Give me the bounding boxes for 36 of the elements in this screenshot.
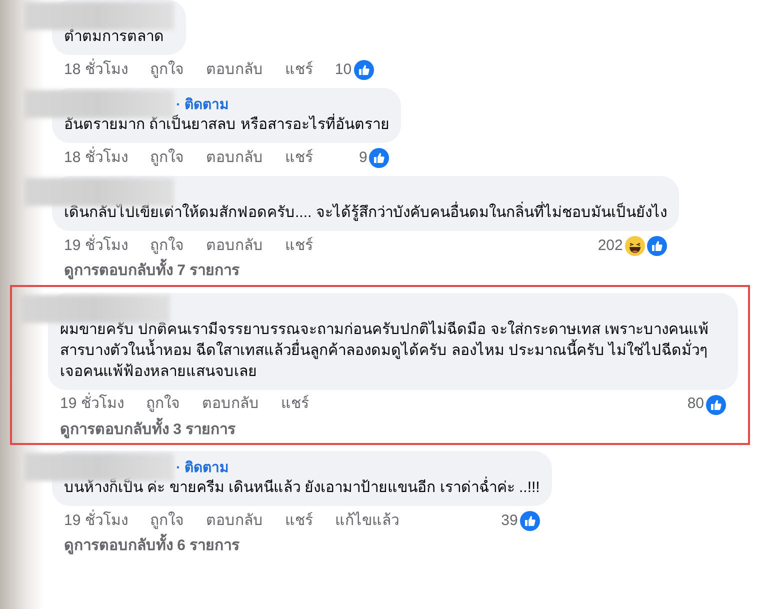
action-link[interactable]: ถูกใจ xyxy=(150,510,184,532)
follow-link[interactable]: · ติดตาม xyxy=(176,94,229,114)
follow-link[interactable]: · ติดตาม xyxy=(176,456,229,478)
edited-label: แก้ไขแล้ว xyxy=(334,510,399,531)
action-link[interactable]: แชร์ xyxy=(284,510,313,532)
action-link[interactable]: ตอบกลับ xyxy=(206,234,263,258)
action-link[interactable]: ถูกใจ xyxy=(150,234,184,258)
comment-text: อันตรายมาก ถ้าเป็นยาสลบ หรือสารอะไรที่อันตราย xyxy=(64,114,390,135)
timestamp[interactable]: 19 ชั่วโมง xyxy=(64,234,128,258)
action-link[interactable]: ถูกใจ xyxy=(150,146,184,170)
reaction-count[interactable]: 80 xyxy=(687,393,704,416)
action-link[interactable]: ตอบกลับ xyxy=(206,146,263,170)
comment-text: ผมขายครับ ปกติคนเรามีจรรยาบรรณจะถามก่อนครับปกติไม่ฉีดมือ จะใส่กระดาษเทส เพราะบางคนแพ้สารบางตัวในน้ำหอม ฉีดใสาเทสแล้วยื่นลูกค้าลองดมดูได้ครับ ลองไหม ประมาณนี้ครับ ไม่ใช่ไปฉีดมั่วๆเจอคนแพ้ฟ้องหลายแสนจบเลย xyxy=(60,320,710,382)
reaction-count[interactable]: 202 xyxy=(598,234,623,258)
action-link[interactable]: แชร์ xyxy=(284,146,313,170)
comment-text: ต่ำตมการตลาด xyxy=(64,26,165,47)
timestamp[interactable]: 19 ชั่วโมง xyxy=(64,510,128,532)
action-link[interactable]: ถูกใจ xyxy=(150,58,184,82)
timestamp[interactable]: 18 ชั่วโมง xyxy=(64,146,128,170)
view-replies-link[interactable]: ดูการตอบกลับทั้ง 3 รายการ xyxy=(48,416,744,443)
action-link[interactable]: แชร์ xyxy=(284,234,313,258)
timestamp[interactable]: 19 ชั่วโมง xyxy=(60,393,124,416)
view-replies-link[interactable]: ดูการตอบกลับทั้ง 7 รายการ xyxy=(52,258,754,284)
action-link[interactable]: ตอบกลับ xyxy=(202,393,259,416)
view-replies-link[interactable]: ดูการตอบกลับทั้ง 6 รายการ xyxy=(52,533,754,560)
comment-text: บนห้างก็เป็น ค่ะ ขายครีม เดินหนีแล้ว ยังเอามาป้ายแขนอีก เราด่าฉ่ำค่ะ ..!!! xyxy=(64,477,540,498)
action-link[interactable]: แชร์ xyxy=(280,393,309,416)
reaction-count[interactable]: 9 xyxy=(359,146,368,170)
action-link[interactable]: ตอบกลับ xyxy=(206,58,263,82)
action-link[interactable]: ตอบกลับ xyxy=(206,510,263,532)
action-link[interactable]: ถูกใจ xyxy=(146,393,180,416)
reaction-count[interactable]: 10 xyxy=(334,58,352,82)
action-link[interactable]: แชร์ xyxy=(284,58,313,82)
timestamp[interactable]: 18 ชั่วโมง xyxy=(64,58,128,82)
comment-text: เดินกลับไปเขี่ยเต่าให้ดมสักฟอดครับ.... จะได้รู้สึกว่าบังคับคนอื่นดมในกลิ่นที่ไม่ชอบมันเป็นยังไง xyxy=(64,202,667,223)
reaction-count[interactable]: 39 xyxy=(501,510,518,532)
